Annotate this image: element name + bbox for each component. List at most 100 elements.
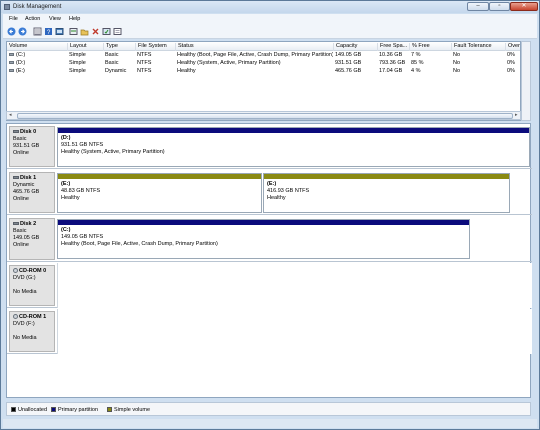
disk-size: 149.05 GB	[13, 235, 40, 241]
partition-size: 416.93 GB NTFS	[267, 188, 310, 194]
back-icon[interactable]	[7, 27, 16, 36]
legend-label: Unallocated	[18, 407, 48, 413]
overhead-cell: 0%	[507, 68, 515, 74]
disk-name: Disk 1	[20, 175, 37, 181]
maximize-button[interactable]: ▫	[489, 2, 510, 11]
partition[interactable]: (E:) 416.93 GB NTFS Healthy	[263, 173, 510, 213]
free-space-cell: 793.36 GB	[379, 60, 406, 66]
properties-icon[interactable]	[69, 27, 78, 36]
scroll-right-icon[interactable]: ▸	[515, 112, 518, 118]
column-header-fault-tolerance[interactable]: Fault Tolerance	[451, 43, 505, 51]
partition-status: Healthy (Boot, Page File, Active, Crash …	[61, 241, 218, 247]
drive-icon	[9, 53, 14, 57]
scroll-left-icon[interactable]: ◂	[9, 112, 12, 118]
drive-icon	[9, 69, 14, 73]
legend: Unallocated Primary partition Simple vol…	[6, 402, 531, 416]
scrollbar-thumb[interactable]	[17, 113, 513, 119]
legend-swatch	[11, 407, 16, 413]
minimize-button[interactable]: –	[467, 2, 489, 11]
free-space-cell: 17.04 GB	[379, 68, 403, 74]
export-icon[interactable]	[113, 27, 122, 36]
fault-tolerance-cell: No	[453, 60, 461, 66]
disk-management-app-icon	[4, 4, 10, 10]
partition-letter: (D:)	[61, 135, 71, 141]
list-icon[interactable]	[33, 27, 42, 36]
volume-name: (C:)	[16, 52, 26, 58]
volume-cell: (E:)	[7, 68, 67, 76]
forward-icon[interactable]	[18, 27, 27, 36]
disk-info[interactable]: Disk 2 Basic 149.05 GB Online	[9, 218, 55, 260]
volume-list-horizontal-scrollbar[interactable]: ◂ ▸	[6, 111, 521, 120]
disk-size: 931.51 GB	[13, 143, 40, 149]
volume-list-vertical-scrollbar[interactable]	[521, 41, 531, 121]
console-icon[interactable]	[55, 27, 64, 36]
partition-size: 48.83 GB NTFS	[61, 188, 101, 194]
column-header-type[interactable]: Type	[103, 43, 135, 51]
disk-name: Disk 0	[20, 129, 37, 135]
folder-icon[interactable]	[80, 27, 89, 36]
cdrom-info[interactable]: CD-ROM 0 DVD (G:) No Media	[9, 265, 55, 306]
cdrom-media: No Media	[13, 335, 37, 341]
cdrom-row: CD-ROM 0 DVD (G:) No Media	[7, 263, 532, 308]
refresh-icon[interactable]	[102, 27, 111, 36]
disk-row: Disk 1 Dynamic 465.76 GB Online (E:) 48.…	[7, 170, 532, 215]
cdrom-info[interactable]: CD-ROM 1 DVD (F:) No Media	[9, 311, 55, 352]
partition[interactable]: (C:) 149.05 GB NTFS Healthy (Boot, Page …	[57, 219, 470, 259]
column-header-layout[interactable]: Layout	[67, 43, 103, 51]
close-button[interactable]: ✕	[510, 2, 538, 11]
free-space-cell: 10.36 GB	[379, 52, 403, 58]
menu-view[interactable]: View	[49, 16, 61, 22]
table-row[interactable]: (E:) Simple Dynamic NTFS Healthy 465.76 …	[7, 68, 520, 76]
layout-cell: Simple	[69, 60, 86, 66]
table-row[interactable]: (D:) Simple Basic NTFS Healthy (System, …	[7, 60, 520, 68]
table-row[interactable]: (C:) Simple Basic NTFS Healthy (Boot, Pa…	[7, 52, 520, 60]
disk-row: Disk 2 Basic 149.05 GB Online (C:) 149.0…	[7, 216, 532, 262]
cdrom-name: CD-ROM 1	[19, 314, 47, 320]
capacity-cell: 931.51 GB	[335, 60, 362, 66]
status-cell: Healthy	[177, 68, 196, 74]
hard-disk-icon	[13, 176, 19, 180]
legend-swatch	[51, 407, 56, 413]
cd-rom-icon	[13, 314, 18, 320]
disk-info[interactable]: Disk 0 Basic 931.51 GB Online	[9, 126, 55, 167]
drive-icon	[9, 61, 14, 65]
window-title: Disk Management	[13, 4, 62, 10]
fault-tolerance-cell: No	[453, 52, 461, 58]
percent-free-cell: 4 %	[411, 68, 421, 74]
status-bar	[3, 419, 537, 428]
menu-help[interactable]: Help	[69, 16, 80, 22]
partition-letter: (C:)	[61, 227, 71, 233]
column-header-free-space[interactable]: Free Spa...	[377, 43, 409, 51]
legend-item: Primary partition	[51, 407, 98, 413]
column-header-status[interactable]: Status	[175, 43, 333, 51]
menu-file[interactable]: File	[9, 16, 18, 22]
volume-cell: (D:)	[7, 60, 67, 68]
menu-action[interactable]: Action	[25, 16, 40, 22]
partition[interactable]: (D:) 931.51 GB NTFS Healthy (System, Act…	[57, 127, 530, 167]
cdrom-drive: DVD (F:)	[13, 321, 35, 327]
capacity-cell: 465.76 GB	[335, 68, 362, 74]
column-header-file-system[interactable]: File System	[135, 43, 175, 51]
disk-type: Basic	[13, 136, 27, 142]
legend-item: Unallocated	[11, 407, 47, 413]
type-cell: Basic	[105, 60, 119, 66]
column-header-percent-free[interactable]: % Free	[409, 43, 451, 51]
cdrom-empty-area[interactable]	[57, 263, 532, 308]
legend-label: Simple volume	[114, 407, 151, 413]
status-cell: Healthy (System, Active, Primary Partiti…	[177, 60, 281, 66]
column-header-capacity[interactable]: Capacity	[333, 43, 377, 51]
disk-info[interactable]: Disk 1 Dynamic 465.76 GB Online	[9, 172, 55, 213]
cdrom-empty-area[interactable]	[57, 309, 532, 354]
delete-icon[interactable]	[91, 27, 100, 36]
volume-list-header: Volume Layout Type File System Status Ca…	[7, 42, 520, 51]
volume-list[interactable]: Volume Layout Type File System Status Ca…	[6, 41, 521, 121]
percent-free-cell: 7 %	[411, 52, 421, 58]
help-icon[interactable]: ?	[44, 27, 53, 36]
type-cell: Basic	[105, 52, 119, 58]
title-bar[interactable]: Disk Management – ▫ ✕	[1, 1, 539, 13]
column-header-volume[interactable]: Volume	[7, 43, 67, 51]
disk-state: Online	[13, 196, 29, 202]
cdrom-row: CD-ROM 1 DVD (F:) No Media	[7, 309, 532, 354]
column-header-overhead[interactable]: Overhead	[505, 43, 520, 51]
partition[interactable]: (E:) 48.83 GB NTFS Healthy	[57, 173, 262, 213]
